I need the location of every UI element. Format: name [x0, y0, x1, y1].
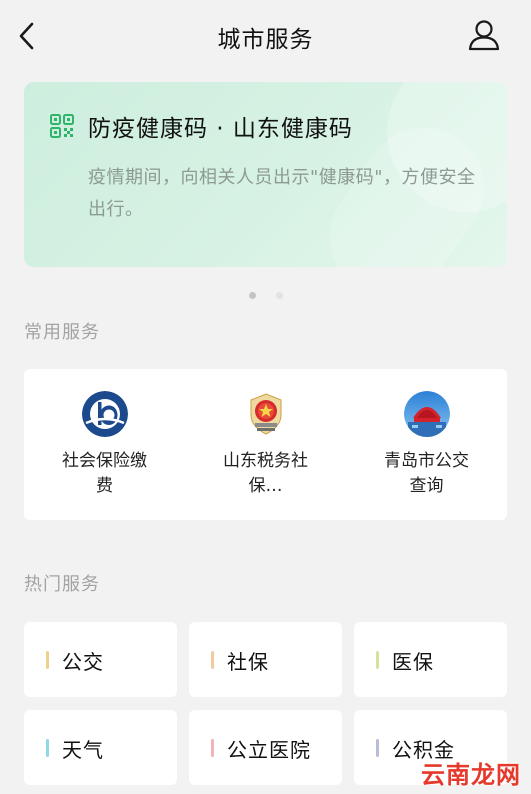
accent-bar — [376, 651, 379, 669]
top-bar: 城市服务 — [0, 0, 531, 70]
qr-code-icon — [50, 114, 74, 138]
accent-bar — [376, 739, 379, 757]
carousel-dot[interactable] — [275, 292, 283, 299]
profile-button[interactable] — [467, 18, 501, 52]
service-label: 山东税务社保… — [223, 451, 308, 496]
health-code-banner[interactable]: 防疫健康码 · 山东健康码 疫情期间，向相关人员出示"健康码"，方便安全出行。 — [24, 82, 507, 267]
banner-title: 防疫健康码 · 山东健康码 — [88, 116, 353, 142]
tax-emblem-icon — [243, 391, 289, 437]
accent-bar — [46, 739, 49, 757]
hot-service-bus[interactable]: 公交 — [24, 622, 177, 697]
qingdao-bus-icon — [404, 391, 450, 437]
accent-bar — [46, 651, 49, 669]
hot-service-weather[interactable]: 天气 — [24, 710, 177, 785]
common-services-card: 社会保险缴费 山东税务社保… 青岛市公交查询 — [24, 369, 507, 520]
service-label: 青岛市公交查询 — [384, 451, 469, 496]
hot-service-label: 医保 — [392, 650, 434, 674]
social-insurance-icon — [82, 391, 128, 437]
watermark: 云南龙网 — [421, 761, 521, 789]
hot-service-label: 天气 — [62, 738, 104, 762]
page-title: 城市服务 — [217, 27, 314, 53]
carousel-indicator — [0, 284, 531, 299]
accent-bar — [211, 739, 214, 757]
hot-service-label: 公交 — [62, 650, 104, 674]
carousel-dot-active[interactable] — [248, 292, 256, 299]
hot-services-label: 热门服务 — [24, 574, 100, 595]
service-qingdao-bus[interactable]: 青岛市公交查询 — [346, 369, 507, 520]
hot-service-label: 公立医院 — [227, 738, 311, 762]
hot-service-public-hospital[interactable]: 公立医院 — [189, 710, 342, 785]
common-services-label: 常用服务 — [24, 322, 100, 343]
service-social-insurance[interactable]: 社会保险缴费 — [24, 369, 185, 520]
hot-service-label: 社保 — [227, 650, 269, 674]
accent-bar — [211, 651, 214, 669]
service-label: 社会保险缴费 — [62, 451, 147, 496]
banner-description: 疫情期间，向相关人员出示"健康码"，方便安全出行。 — [88, 167, 476, 220]
hot-service-medical-insurance[interactable]: 医保 — [354, 622, 507, 697]
service-shandong-tax[interactable]: 山东税务社保… — [185, 369, 346, 520]
hot-service-social-security[interactable]: 社保 — [189, 622, 342, 697]
user-icon — [468, 20, 500, 51]
